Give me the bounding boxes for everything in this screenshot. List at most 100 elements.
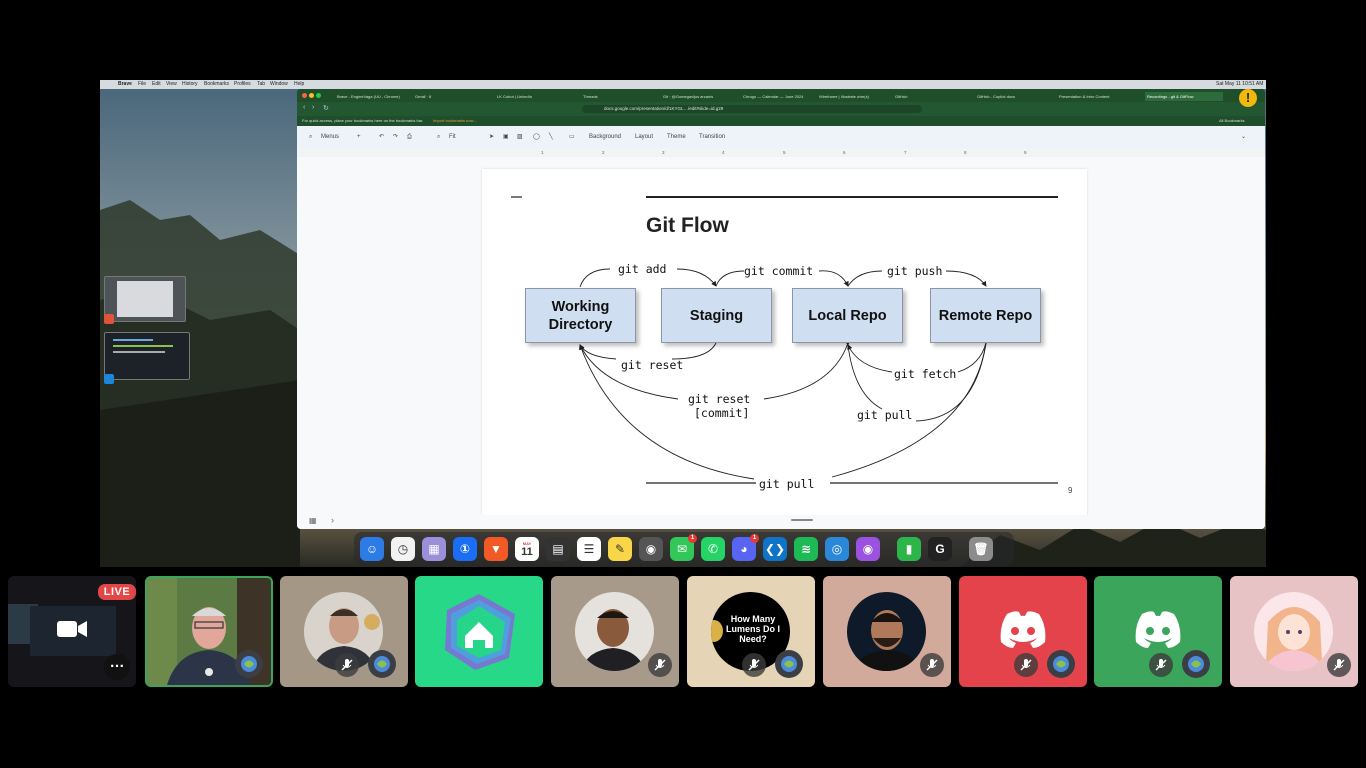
minimize-window-button[interactable] (309, 93, 314, 98)
menus-button[interactable]: Menus (321, 132, 339, 142)
1password-dock-icon[interactable]: ① (453, 537, 477, 561)
vs-code-dock-icon[interactable]: ❮❯ (763, 537, 787, 561)
menubar-item[interactable]: Window (270, 81, 288, 88)
collapse-toolbar-icon[interactable]: ⌄ (1241, 132, 1246, 142)
bookmarks-bar: For quick access, place your bookmarks h… (297, 116, 1265, 126)
participant-tile[interactable] (280, 576, 408, 687)
menubar-item[interactable]: Help (294, 81, 304, 88)
brave-dock-icon[interactable]: ▼ (484, 537, 508, 561)
warning-icon[interactable]: ! (1239, 89, 1257, 107)
window-thumbnail[interactable] (104, 332, 190, 380)
calendar-dock-icon[interactable]: MAY 11 (515, 537, 539, 561)
slide-canvas[interactable]: Git Flow Working Directory Staging Local… (482, 169, 1087, 515)
git-commit-label: git commit (744, 264, 814, 278)
reload-icon[interactable]: ↻ (323, 104, 329, 112)
reminders-dock-icon[interactable]: ☰ (577, 537, 601, 561)
layout-button[interactable]: Layout (635, 132, 653, 142)
menubar-item[interactable]: File (138, 81, 146, 88)
signal-dock-icon[interactable]: ◎ (825, 537, 849, 561)
logitech-dock-icon[interactable]: G (928, 537, 952, 561)
menubar-item[interactable]: Edit (152, 81, 161, 88)
clock-dock-icon[interactable]: ◷ (391, 537, 415, 561)
import-bookmarks-link[interactable]: Import bookmarks now… (433, 117, 477, 125)
browser-tab[interactable]: Presentation & Intro Content (1059, 92, 1135, 101)
all-bookmarks-button[interactable]: All Bookmarks (1219, 117, 1245, 125)
participant-tile[interactable] (959, 576, 1087, 687)
participant-tile-speaking[interactable] (145, 576, 273, 687)
redo-icon[interactable]: ↷ (393, 132, 398, 142)
browser-tab-active[interactable]: Recordings - git & GitFlow (1145, 92, 1223, 101)
more-options-button[interactable]: … (104, 654, 130, 680)
theme-button[interactable]: Theme (667, 132, 686, 142)
background-button[interactable]: Background (589, 132, 621, 142)
discord-dock-icon[interactable]: ◕ 1 (732, 534, 759, 561)
browser-tab[interactable]: LK Cobot | LinkedIn (497, 92, 567, 101)
finder-dock-icon[interactable]: ☺ (360, 537, 384, 561)
working-directory-box: Working Directory (525, 288, 636, 343)
textbox-tool-icon[interactable]: ▣ (503, 132, 509, 142)
spotify-dock-icon[interactable]: ≋ (794, 537, 818, 561)
menubar-item[interactable]: View (166, 81, 177, 88)
zoom-icon[interactable]: ⌕ (437, 132, 440, 142)
live-badge: LIVE (98, 584, 136, 600)
forward-icon[interactable]: › (312, 104, 314, 111)
git-reset-commit-label: git reset (688, 392, 751, 406)
menubar-item[interactable]: Tab (257, 81, 265, 88)
muted-mic-icon (335, 653, 359, 677)
participant-tile[interactable]: How Many Lumens Do I Need? (687, 576, 815, 687)
ruler-mark: 1 (541, 150, 544, 155)
browser-tab[interactable]: GitHub (895, 92, 965, 101)
select-tool-icon[interactable]: ➤ (489, 132, 494, 142)
back-icon[interactable]: ‹ (303, 104, 305, 111)
print-icon[interactable]: ⎙ (407, 132, 412, 142)
remote-repo-box: Remote Repo (930, 288, 1041, 343)
line-tool-icon[interactable]: ╲ (549, 132, 553, 142)
participant-tile[interactable] (415, 576, 543, 687)
participant-tile[interactable] (1230, 576, 1358, 687)
shape-tool-icon[interactable]: ◯ (533, 132, 540, 142)
close-window-button[interactable] (302, 93, 307, 98)
messages-dock-icon[interactable]: ✉ 1 (670, 534, 697, 561)
slide-number: 9 (1068, 486, 1073, 495)
image-tool-icon[interactable]: ▨ (517, 132, 523, 142)
participant-tile[interactable] (1094, 576, 1222, 687)
expand-panel-icon[interactable]: › (331, 515, 334, 525)
numbers-dock-icon[interactable]: ▮ (897, 537, 921, 561)
browser-tab[interactable]: Wireframe | Illustrate wire(s) (819, 92, 885, 101)
menubar-app-name[interactable]: Brave (118, 81, 132, 88)
browser-tab[interactable]: Threads (583, 92, 643, 101)
grid-view-icon[interactable]: ▦ (309, 516, 317, 525)
menubar-item[interactable]: History (182, 81, 198, 88)
new-slide-icon[interactable]: + (357, 132, 361, 142)
browser-tab[interactable]: Brave - EngineVaga (UU - Chrome) (337, 92, 407, 101)
video-camera-icon[interactable] (56, 616, 88, 647)
participant-tile[interactable] (551, 576, 679, 687)
ruler-mark: 9 (1024, 150, 1027, 155)
menubar-item[interactable]: Bookmarks (204, 81, 229, 88)
window-thumbnail[interactable] (104, 276, 186, 322)
podcasts-dock-icon[interactable]: ◉ (856, 537, 880, 561)
browser-tab[interactable]: GitHub - Copilot docs (977, 92, 1049, 101)
zoom-select[interactable]: Fit (449, 132, 456, 142)
comment-icon[interactable]: ▭ (569, 132, 575, 142)
browser-tab[interactable]: Git · @Gomegavijus arcanis (663, 92, 733, 101)
scroll-handle[interactable] (791, 519, 813, 521)
browser-tab[interactable]: Chrogo — Calendar — June 2024 (743, 92, 809, 101)
screenshot-dock-icon[interactable]: ◉ (639, 537, 663, 561)
git-pull-local-label: git pull (857, 408, 913, 422)
url-field[interactable]: docs.google.com/presentation/d/1KYGL…/ed… (582, 105, 922, 113)
browser-tab[interactable]: Gmail · 8 (415, 92, 465, 101)
menubar-item[interactable]: Profiles (234, 81, 251, 88)
participant-tile[interactable] (823, 576, 951, 687)
launchpad-dock-icon[interactable]: ▦ (422, 537, 446, 561)
maximize-window-button[interactable] (316, 93, 321, 98)
notes-dock-icon[interactable]: ✎ (608, 537, 632, 561)
undo-icon[interactable]: ↶ (379, 132, 384, 142)
screen-share-tile[interactable]: LIVE … (8, 576, 136, 687)
search-icon[interactable]: ⌕ (309, 132, 312, 142)
trash-dock-icon[interactable]: 🗑 (969, 537, 993, 561)
whatsapp-dock-icon[interactable]: ✆ (701, 537, 725, 561)
transition-button[interactable]: Transition (699, 132, 725, 142)
calculator-dock-icon[interactable]: ▤ (546, 537, 570, 561)
soundboard-icon (1047, 650, 1075, 678)
